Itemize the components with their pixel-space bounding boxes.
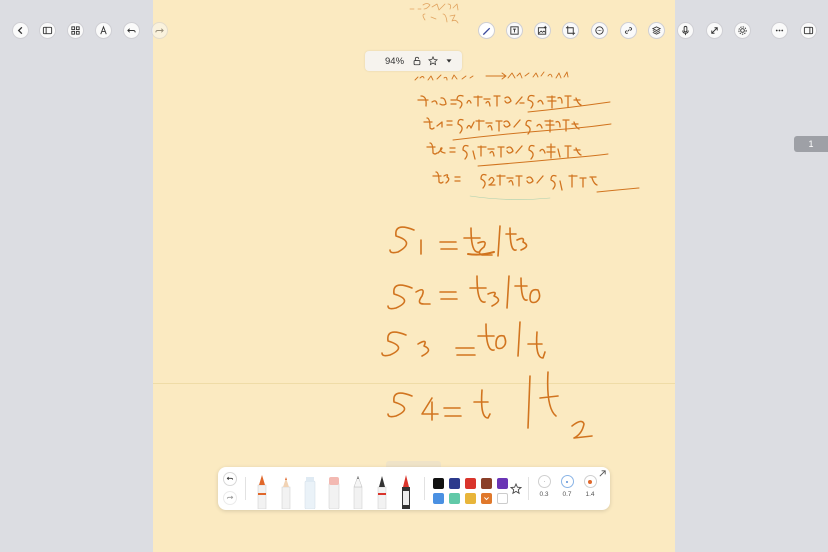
page-divider bbox=[153, 383, 675, 384]
size-ring bbox=[560, 475, 574, 488]
link-button[interactable] bbox=[620, 22, 637, 39]
fullscreen-icon bbox=[711, 27, 718, 34]
layers-button[interactable] bbox=[648, 22, 665, 39]
color-orange-selected[interactable] bbox=[481, 493, 492, 504]
color-brown[interactable] bbox=[481, 478, 492, 489]
pen-palette: 0.3 0.7 1.4 bbox=[218, 467, 610, 510]
palette-divider bbox=[245, 477, 246, 500]
zoom-level[interactable]: 94% bbox=[385, 56, 404, 67]
pencil-icon[interactable] bbox=[351, 473, 365, 509]
comment-button[interactable] bbox=[591, 22, 608, 39]
redo-icon bbox=[155, 28, 164, 33]
highlighter-icon[interactable] bbox=[303, 473, 317, 509]
fountain-pen-icon[interactable] bbox=[255, 473, 269, 509]
page-indicator[interactable]: 1 bbox=[794, 136, 828, 152]
back-icon bbox=[17, 26, 23, 35]
fullscreen-button[interactable] bbox=[706, 22, 723, 39]
text-box-icon bbox=[510, 26, 519, 35]
crop-icon bbox=[565, 25, 576, 36]
star-icon[interactable] bbox=[428, 56, 439, 66]
more-icon bbox=[775, 29, 784, 32]
text-box-button[interactable] bbox=[506, 22, 523, 39]
color-blue[interactable] bbox=[433, 493, 444, 504]
zoom-bar: 94% bbox=[365, 51, 462, 71]
marker-icon[interactable] bbox=[375, 473, 389, 509]
chevron-down-icon bbox=[484, 497, 489, 501]
color-purple[interactable] bbox=[497, 478, 508, 489]
stroke-size-small[interactable]: 0.3 bbox=[536, 475, 552, 498]
brush-pen-icon[interactable] bbox=[399, 473, 413, 509]
expand-palette-icon[interactable] bbox=[598, 469, 607, 478]
layers-icon bbox=[651, 26, 662, 35]
grid-icon bbox=[71, 26, 80, 35]
stroke-size-large-selected[interactable]: 1.4 bbox=[582, 475, 598, 498]
settings-button[interactable] bbox=[734, 22, 751, 39]
settings-icon bbox=[738, 26, 747, 35]
redo-icon bbox=[226, 495, 234, 499]
size-ring bbox=[583, 475, 597, 488]
pen-tool-button[interactable] bbox=[478, 22, 495, 39]
comment-icon bbox=[595, 26, 604, 35]
sidebar-toggle-button[interactable] bbox=[39, 22, 56, 39]
color-teal[interactable] bbox=[449, 493, 460, 504]
color-yellow[interactable] bbox=[465, 493, 476, 504]
link-icon bbox=[624, 27, 633, 34]
dropdown-icon[interactable] bbox=[444, 56, 454, 66]
crop-button[interactable] bbox=[562, 22, 579, 39]
insert-image-button[interactable] bbox=[534, 22, 551, 39]
pen-tool-icon bbox=[482, 27, 491, 36]
microphone-icon bbox=[682, 25, 689, 36]
ballpoint-pen-icon[interactable] bbox=[279, 473, 293, 509]
undo-icon bbox=[127, 28, 136, 33]
palette-divider bbox=[528, 477, 529, 500]
undo-icon bbox=[226, 476, 234, 480]
sidebar-icon bbox=[42, 26, 53, 35]
grid-view-button[interactable] bbox=[67, 22, 84, 39]
size-label: 0.7 bbox=[562, 491, 572, 498]
favorite-star-icon[interactable] bbox=[510, 483, 522, 495]
palette-undo-button[interactable] bbox=[223, 472, 237, 486]
back-button[interactable] bbox=[12, 22, 29, 39]
size-ring bbox=[537, 475, 551, 488]
insert-image-icon bbox=[537, 25, 547, 35]
size-label: 1.4 bbox=[585, 491, 595, 498]
palette-divider bbox=[424, 477, 425, 500]
pen-mode-icon bbox=[100, 25, 107, 35]
color-black[interactable] bbox=[433, 478, 444, 489]
pen-mode-button[interactable] bbox=[95, 22, 112, 39]
split-view-icon bbox=[803, 26, 814, 35]
size-label: 0.3 bbox=[539, 491, 549, 498]
undo-button[interactable] bbox=[123, 22, 140, 39]
eraser-icon[interactable] bbox=[327, 473, 341, 509]
color-white[interactable] bbox=[497, 493, 508, 504]
palette-redo-button[interactable] bbox=[223, 491, 237, 505]
microphone-button[interactable] bbox=[677, 22, 694, 39]
unlock-icon[interactable] bbox=[412, 56, 422, 66]
color-navy[interactable] bbox=[449, 478, 460, 489]
color-red[interactable] bbox=[465, 478, 476, 489]
more-button[interactable] bbox=[771, 22, 788, 39]
redo-button[interactable] bbox=[151, 22, 168, 39]
split-view-button[interactable] bbox=[800, 22, 817, 39]
stroke-size-medium[interactable]: 0.7 bbox=[559, 475, 575, 498]
